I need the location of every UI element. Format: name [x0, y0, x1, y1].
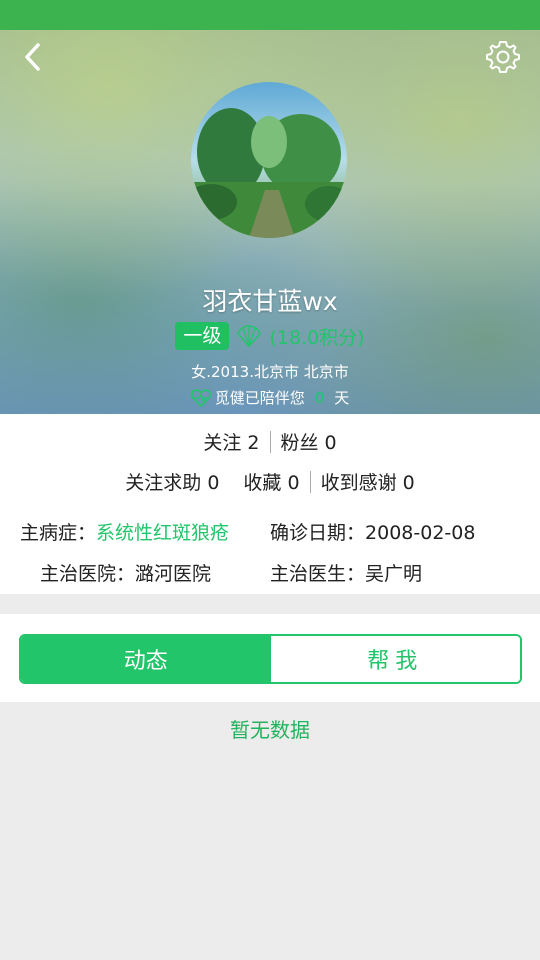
hospital-value: 潞河医院: [135, 563, 212, 585]
shell-icon: [237, 325, 262, 348]
diagnosis-label: 确诊日期：: [270, 522, 366, 544]
gear-icon: [486, 41, 520, 73]
avatar-image: [191, 82, 347, 238]
divider: [269, 430, 271, 453]
avatar[interactable]: [191, 82, 347, 238]
username: 羽衣甘蓝wx: [202, 287, 338, 316]
doctor-value: 吴广明: [365, 563, 423, 585]
back-button[interactable]: [18, 42, 48, 72]
status-bar: [0, 0, 540, 30]
settings-button[interactable]: [484, 38, 522, 76]
points-label: (18.0积分): [269, 326, 365, 349]
tab-bar: 动态 帮我: [19, 634, 522, 684]
level-badge: 一级: [175, 322, 230, 350]
favorites-count[interactable]: 收藏 0: [243, 468, 299, 495]
heart-icon: [190, 388, 211, 407]
user-info: 女.2013.北京市 北京市: [191, 363, 349, 381]
disease-value[interactable]: 系统性红斑狼疮: [96, 522, 229, 544]
doctor-label: 主治医生：: [270, 563, 366, 585]
thanks-count[interactable]: 收到感谢 0: [321, 468, 415, 495]
social-stats-row: 关注 2 粉丝 0: [0, 428, 540, 455]
diagnosis-info: 确诊日期：2008-02-08: [270, 518, 475, 545]
follow-help-count[interactable]: 关注求助 0: [125, 468, 219, 495]
level-row: 一级 (18.0积分): [0, 322, 540, 350]
fans-count[interactable]: 粉丝 0: [281, 428, 337, 455]
tabs-container: 动态 帮我: [0, 614, 540, 702]
companion-row: 觅健已陪伴您 0 天: [0, 387, 540, 408]
section-divider: [0, 594, 540, 614]
divider: [309, 470, 311, 493]
companion-suffix: 天: [334, 389, 350, 407]
diagnosis-value: 2008-02-08: [365, 522, 476, 544]
tab-dynamics[interactable]: 动态: [21, 636, 271, 682]
companion-days: 0: [314, 388, 325, 407]
activity-stats-row: 关注求助 0 收藏 0 收到感谢 0: [0, 468, 540, 495]
hospital-info: 主治医院：潞河医院: [40, 559, 211, 586]
doctor-info: 主治医生：吴广明: [270, 559, 422, 586]
profile-header: 羽衣甘蓝wx 一级 (18.0积分) 女.2013.北京市 北京市 觅健已陪伴您…: [0, 30, 540, 414]
empty-state-text: 暂无数据: [230, 718, 310, 742]
back-arrow-icon: [25, 43, 40, 71]
disease-info: 主病症：系统性红斑狼疮: [20, 518, 229, 545]
hospital-label: 主治医院：: [40, 563, 136, 585]
tab-help-me[interactable]: 帮我: [270, 636, 520, 682]
disease-label: 主病症：: [20, 522, 97, 544]
stats-panel: 关注 2 粉丝 0 关注求助 0 收藏 0 收到感谢 0 主病症：系统性红斑狼疮…: [0, 414, 540, 594]
follow-count[interactable]: 关注 2: [203, 428, 259, 455]
companion-prefix: 觅健已陪伴您: [214, 389, 305, 407]
